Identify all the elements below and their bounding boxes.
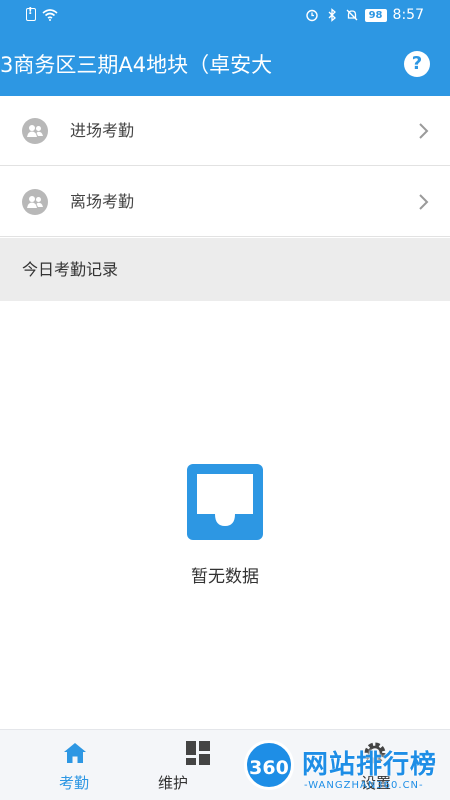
chevron-right-icon xyxy=(419,194,429,210)
page-title: 3商务区三期A4地块（卓安大 xyxy=(0,53,273,77)
watermark-subtext: -WANGZHAN360.CN- xyxy=(304,780,424,791)
wifi-icon xyxy=(42,8,58,21)
help-icon[interactable]: ? xyxy=(404,51,430,77)
watermark-logo: 360 网站排行榜 -WANGZHAN360.CN- xyxy=(244,734,450,800)
tab-label: 维护 xyxy=(157,774,188,792)
menu-item-label: 离场考勤 xyxy=(70,192,135,211)
empty-tray-icon xyxy=(187,464,263,540)
sim-alert-icon xyxy=(26,6,36,21)
watermark-text: 网站排行榜 xyxy=(302,750,438,780)
status-bar: 98 8:57 xyxy=(0,0,450,32)
mute-bell-icon xyxy=(346,9,358,21)
group-user-icon xyxy=(22,189,48,215)
watermark-360-logo: 360 xyxy=(244,740,294,790)
empty-state: 暂无数据 xyxy=(0,464,450,587)
menu-item-check-in[interactable]: 进场考勤 xyxy=(0,96,450,166)
chevron-right-icon xyxy=(419,123,429,139)
battery-indicator: 98 xyxy=(364,8,387,22)
empty-state-text: 暂无数据 xyxy=(191,567,259,587)
menu-item-label: 进场考勤 xyxy=(70,121,135,140)
status-time: 8:57 xyxy=(392,7,424,23)
menu-item-check-out[interactable]: 离场考勤 xyxy=(0,167,450,237)
alarm-icon xyxy=(305,9,318,22)
group-user-icon xyxy=(22,118,48,144)
section-header-today-records: 今日考勤记录 xyxy=(0,238,450,301)
grid-icon xyxy=(186,741,210,765)
top-app-bar: 98 8:57 3商务区三期A4地块（卓安大 ? xyxy=(0,0,450,96)
home-icon xyxy=(64,743,86,763)
bluetooth-icon xyxy=(328,8,336,22)
